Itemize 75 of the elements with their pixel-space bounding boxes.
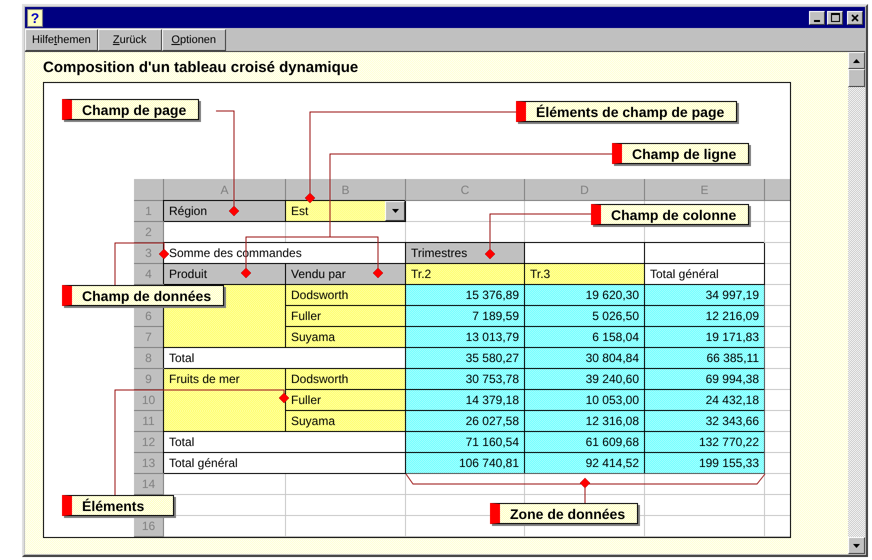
table-cell: 39 240,60	[525, 369, 645, 390]
table-cell: 19 620,30	[525, 285, 645, 306]
table-cell: Tr.2	[406, 264, 525, 285]
table-cell: Total	[164, 432, 406, 453]
pivot-field: Région	[164, 201, 286, 222]
table-cell: Dodsworth	[286, 285, 406, 306]
table-cell: Tr.3	[525, 264, 645, 285]
callout-label: Champ de données	[62, 285, 224, 306]
table-cell: 5 026,50	[525, 306, 645, 327]
row-number: 9	[134, 369, 164, 390]
table-cell: 71 160,54	[406, 432, 525, 453]
column-header: B	[286, 179, 406, 201]
callout-label: Éléments	[62, 495, 174, 516]
row-number: 4	[134, 264, 164, 285]
table-cell: 12 316,08	[525, 411, 645, 432]
row-number: 8	[134, 348, 164, 369]
row-number: 13	[134, 453, 164, 474]
help-glyph: ?	[27, 8, 43, 26]
table-cell: Suyama	[286, 411, 406, 432]
callout-label: Champ de page	[62, 99, 200, 120]
table-cell: 15 376,89	[406, 285, 525, 306]
callout-label: Éléments de champ de page	[516, 101, 738, 122]
table-cell: 61 609,68	[525, 432, 645, 453]
table-cell: 30 804,84	[525, 348, 645, 369]
table-cell: Fuller	[286, 306, 406, 327]
toolbar-button[interactable]: Optionen	[162, 29, 226, 51]
pivot-field: Trimestres	[406, 243, 525, 264]
table-cell: 106 740,81	[406, 453, 525, 474]
column-header: C	[406, 179, 525, 201]
table-cell: Dodsworth	[286, 369, 406, 390]
toolbar-button[interactable]: Zurück	[98, 29, 162, 51]
table-cell: 66 385,11	[645, 348, 765, 369]
table-cell: 10 053,00	[525, 390, 645, 411]
row-number: 1	[134, 201, 164, 222]
cell-value: Est	[291, 204, 308, 218]
table-cell: Total	[164, 348, 406, 369]
table-cell: 7 189,59	[406, 306, 525, 327]
column-header: E	[645, 179, 765, 201]
table-cell: 199 155,33	[645, 453, 765, 474]
callout-label: Champ de colonne	[591, 204, 750, 225]
row-number: 16	[134, 516, 164, 537]
row-number: 11	[134, 411, 164, 432]
row-number: 3	[134, 243, 164, 264]
table-cell: Fruits de mer	[164, 369, 286, 390]
table-cell: Suyama	[286, 327, 406, 348]
table-cell: 132 770,22	[645, 432, 765, 453]
row-number: 14	[134, 474, 164, 495]
table-cell: 19 171,83	[645, 327, 765, 348]
table-cell: 30 753,78	[406, 369, 525, 390]
column-header: D	[525, 179, 645, 201]
row-number: 10	[134, 390, 164, 411]
callout-label: Zone de données	[490, 503, 638, 524]
table-cell: 32 343,66	[645, 411, 765, 432]
page-heading: Composition d'un tableau croisé dynamique	[43, 58, 360, 78]
pivot-field: Produit	[164, 264, 286, 285]
toolbar-button[interactable]: Hilfethemen	[25, 29, 98, 51]
table-cell: 6 158,04	[525, 327, 645, 348]
row-number: 2	[134, 222, 164, 243]
table-cell: 69 994,38	[645, 369, 765, 390]
table-cell: Fuller	[286, 390, 406, 411]
table-cell: 92 414,52	[525, 453, 645, 474]
table-cell: 12 216,09	[645, 306, 765, 327]
table-cell: 35 580,27	[406, 348, 525, 369]
pivot-field: Vendu par	[286, 264, 406, 285]
column-header: A	[164, 179, 286, 201]
table-cell: 24 432,18	[645, 390, 765, 411]
row-number: 7	[134, 327, 164, 348]
table-cell: 13 013,79	[406, 327, 525, 348]
table-cell: 26 027,58	[406, 411, 525, 432]
table-cell: 34 997,19	[645, 285, 765, 306]
callout-label: Champ de ligne	[612, 143, 750, 164]
table-cell: Total général	[164, 453, 406, 474]
table-cell: 14 379,18	[406, 390, 525, 411]
table-cell: Total général	[645, 264, 765, 285]
row-number: 12	[134, 432, 164, 453]
